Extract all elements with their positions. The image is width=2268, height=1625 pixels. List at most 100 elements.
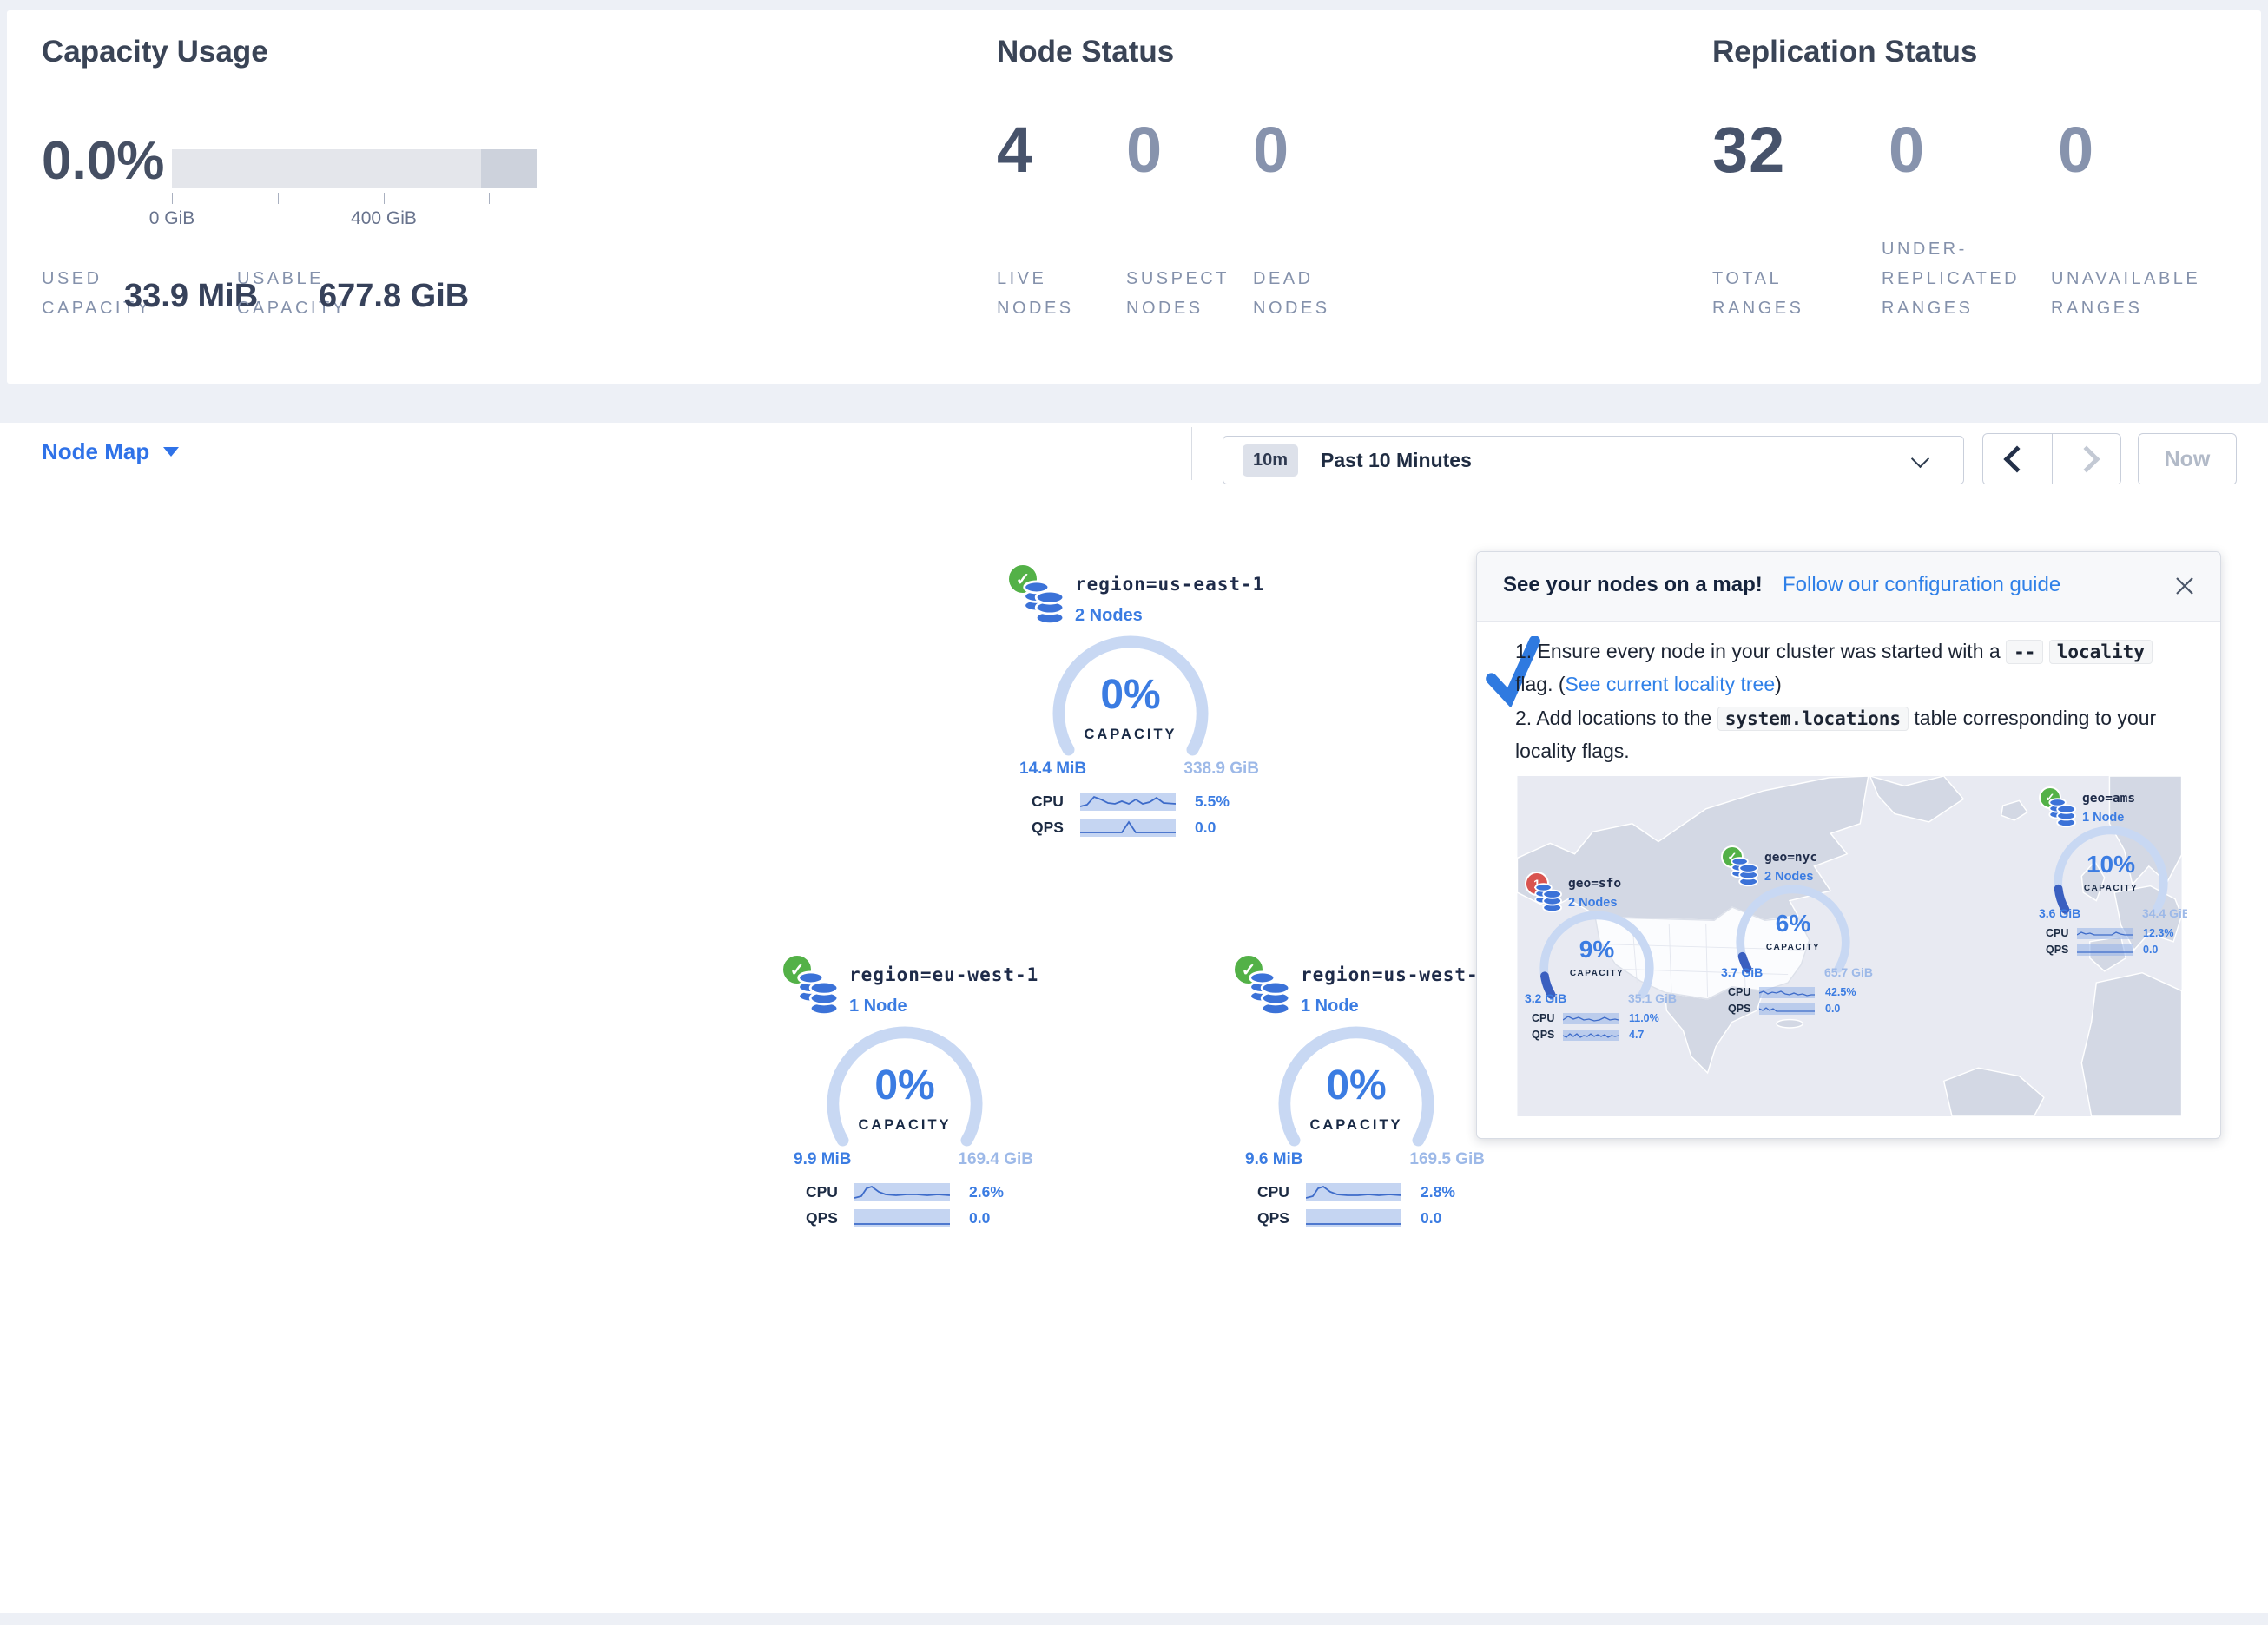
code-system-locations: system.locations [1717,707,1909,731]
cpu-metric-row: CPU 2.6% [806,1183,1004,1201]
node-count-label: 1 Node [849,997,907,1016]
qps-sparkline [854,1209,950,1227]
step-1: 1. Ensure every node in your cluster was… [1515,635,2189,701]
cpu-sparkline [1080,793,1176,811]
view-selector-label: Node Map [42,438,149,465]
used-value: 14.4 MiB [1019,760,1086,779]
usable-value: 169.5 GiB [1409,1150,1485,1169]
cpu-sparkline [854,1183,950,1201]
capacity-range-row: 3.7 GiB 65.7 GiB [1721,965,1873,979]
locality-tree-link[interactable]: See current locality tree [1566,673,1776,695]
chevron-left-icon [2004,445,2031,472]
nodes-on-map-popup: See your nodes on a map! Follow our conf… [1476,551,2221,1139]
locality-label: geo=ams [2082,792,2135,806]
qps-sparkline [1759,1003,1815,1015]
live-nodes-label: LIVENODES [997,264,1074,323]
step-2: 2. Add locations to the system.locations… [1515,702,2189,767]
qps-metric-row: QPS 0.0 [1728,1003,1840,1015]
locality-label: region=eu-west-1 [849,964,1038,985]
capacity-axis-tick-400: 400 GiB [351,208,417,229]
usable-value: 169.4 GiB [958,1150,1033,1169]
dead-nodes-label: DEADNODES [1253,264,1330,323]
view-selector-dropdown[interactable]: Node Map [42,438,179,465]
qps-value: 0.0 [969,1209,990,1227]
time-step-forward-button[interactable] [2053,434,2121,484]
cpu-metric-row: CPU 11.0% [1532,1012,1659,1024]
time-range-label: Past 10 Minutes [1321,449,1472,472]
close-icon[interactable] [2173,575,2196,597]
capacity-usage-percent: 0.0% [42,130,164,192]
capacity-usage-bar [172,149,537,188]
code-locality-flag: locality [2049,640,2153,664]
time-step-group [1982,433,2121,485]
qps-value: 0.0 [1421,1209,1441,1227]
total-ranges-value: 32 [1712,113,1785,187]
locality-label: region=us-west-1 [1301,964,1490,985]
database-stack-icon [1247,970,1292,1016]
toolbar-divider [1191,427,1192,480]
capacity-range-row: 14.4 MiB 338.9 GiB [1019,760,1259,779]
configuration-guide-link[interactable]: Follow our configuration guide [1783,573,2060,597]
code-locality-flag: -- [2006,640,2043,664]
time-range-badge: 10m [1243,444,1298,477]
suspect-nodes-value: 0 [1126,113,1163,187]
time-step-back-button[interactable] [1983,434,2053,484]
qps-metric-row: QPS 0.0 [2046,944,2158,956]
node-count-label: 2 Nodes [1568,896,1617,910]
database-stack-icon [1533,882,1563,913]
capacity-axis-tick-0: 0 GiB [149,208,195,229]
capacity-range-row: 3.6 GiB 34.4 GiB [2039,906,2187,920]
capacity-usage-title: Capacity Usage [42,35,268,69]
chevron-down-icon [1911,450,1929,468]
capacity-word: CAPACITY [1532,969,1662,978]
suspect-nodes-label: SUSPECTNODES [1126,264,1230,323]
cpu-value: 2.6% [969,1183,1004,1201]
qps-sparkline [1563,1030,1619,1041]
under-replicated-ranges-label: UNDER-REPLICATEDRANGES [1882,234,2020,323]
capacity-percent: 0% [1042,671,1219,719]
locality-label: region=us-east-1 [1075,574,1264,595]
cpu-metric-row: CPU 2.8% [1257,1183,1455,1201]
capacity-word: CAPACITY [1042,727,1219,743]
database-stack-icon [1021,579,1066,626]
total-ranges-label: TOTALRANGES [1712,264,1803,323]
capacity-range-row: 3.2 GiB 35.1 GiB [1525,991,1677,1005]
live-nodes-value: 4 [997,113,1033,187]
capacity-percent: 0% [1268,1062,1445,1109]
cpu-metric-row: CPU 42.5% [1728,986,1856,998]
map-preview: 1 geo=sfo 2 Nodes 9% CAPACITY 3.2 [1512,776,2187,1116]
database-stack-icon [2047,797,2077,828]
view-toolbar: Node Map Cluster 10m Past 10 Minutes Now [0,423,2268,485]
locality-label: geo=nyc [1764,851,1817,865]
time-range-select[interactable]: 10m Past 10 Minutes [1223,436,1964,484]
capacity-percent: 10% [2046,851,2176,878]
qps-sparkline [1306,1209,1401,1227]
qps-sparkline [2077,944,2133,956]
node-count-label: 2 Nodes [1075,606,1143,626]
cpu-value: 2.8% [1421,1183,1455,1201]
database-stack-icon [1730,856,1759,887]
popup-title: See your nodes on a map! [1503,573,1763,597]
capacity-word: CAPACITY [816,1117,993,1134]
summary-stats-band: Capacity Usage 0.0% 0 GiB 400 GiB USEDCA… [7,10,2261,384]
chevron-down-icon [163,447,179,457]
cpu-value: 5.5% [1195,793,1230,811]
cpu-metric-row: CPU 5.5% [1032,793,1230,811]
node-map-page: Capacity Usage 0.0% 0 GiB 400 GiB USEDCA… [0,0,2268,1625]
capacity-word: CAPACITY [1728,943,1858,952]
unavailable-ranges-label: UNAVAILABLERANGES [2051,264,2200,323]
capacity-word: CAPACITY [1268,1117,1445,1134]
qps-metric-row: QPS 0.0 [1257,1209,1441,1227]
qps-value: 0.0 [1195,819,1216,837]
capacity-percent: 6% [1728,910,1858,938]
node-count-label: 2 Nodes [1764,870,1813,884]
qps-metric-row: QPS 0.0 [806,1209,990,1227]
now-button[interactable]: Now [2138,433,2237,485]
node-count-label: 1 Node [2082,811,2124,825]
popup-header: See your nodes on a map! Follow our conf… [1477,552,2220,622]
cpu-sparkline [1563,1013,1619,1024]
chevron-right-icon [2073,445,2100,472]
capacity-percent: 0% [816,1062,993,1109]
capacity-range-row: 9.6 MiB 169.5 GiB [1245,1150,1485,1169]
cpu-sparkline [1759,987,1815,998]
